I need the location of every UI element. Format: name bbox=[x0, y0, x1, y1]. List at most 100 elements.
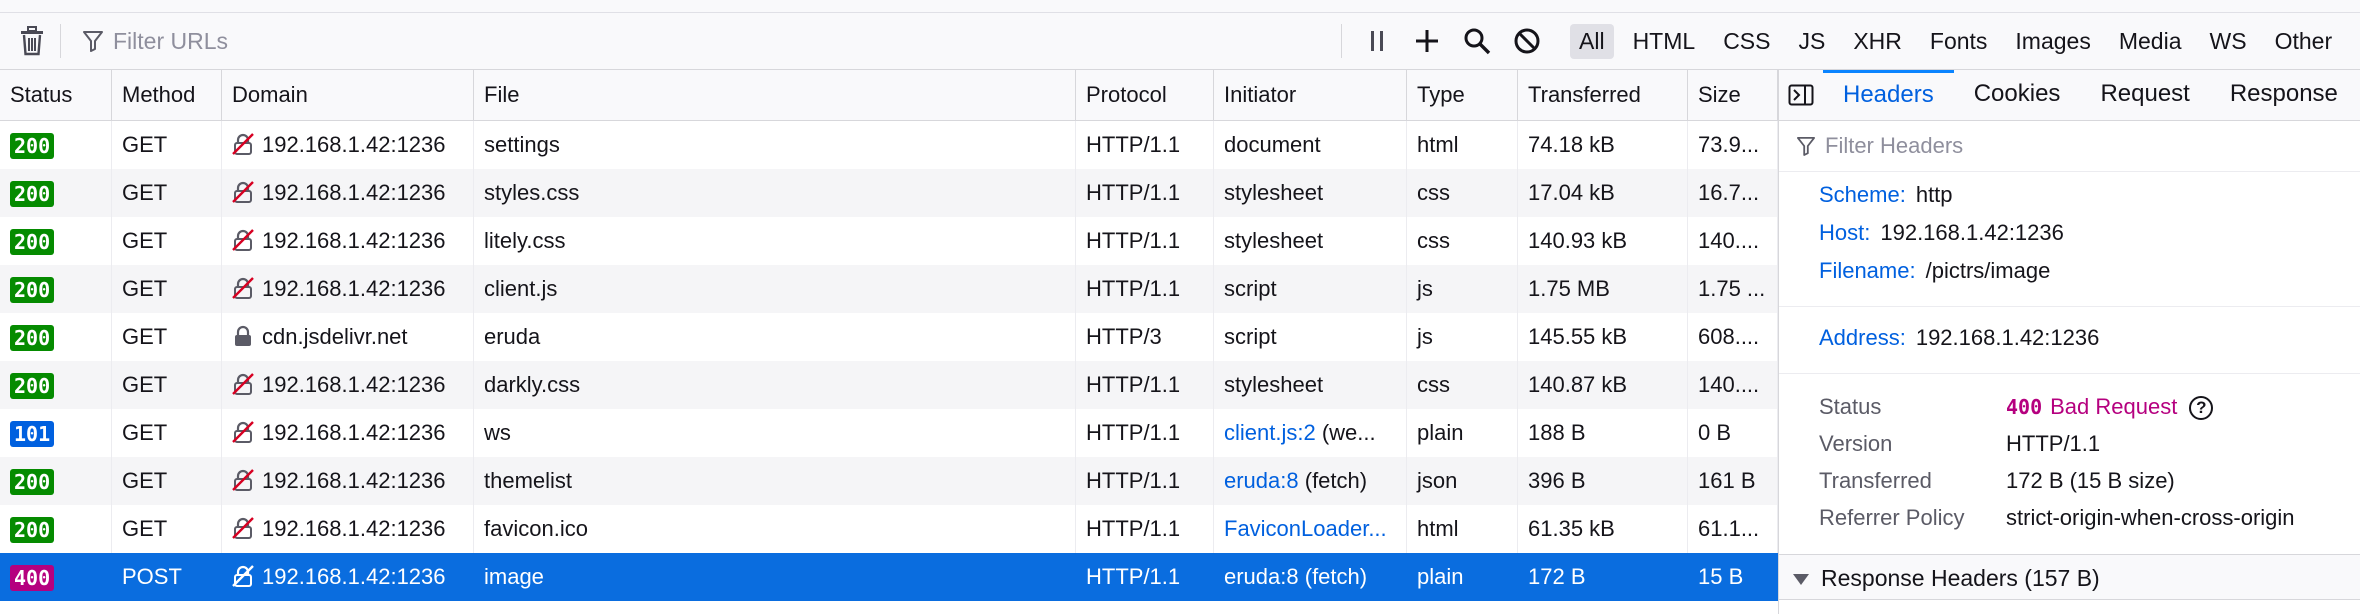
column-header-type[interactable]: Type bbox=[1407, 70, 1518, 120]
pause-button[interactable] bbox=[1356, 20, 1398, 62]
request-row[interactable]: 200 GET 192.168.1.42:1236 favicon.ico HTTP/1… bbox=[0, 505, 1778, 553]
transferred-cell: 172 B bbox=[1518, 553, 1688, 601]
status-cell: 400 bbox=[0, 553, 112, 601]
column-header-size[interactable]: Size bbox=[1688, 70, 1778, 120]
version-row: Version HTTP/1.1 bbox=[1779, 425, 2360, 462]
request-row[interactable]: 200 GET cdn.jsdelivr.net eruda HTTP/3 script j… bbox=[0, 313, 1778, 361]
domain-text: 192.168.1.42:1236 bbox=[262, 228, 446, 253]
column-header-file[interactable]: File bbox=[474, 70, 1076, 120]
type-filter-all[interactable]: All bbox=[1570, 23, 1614, 59]
transferred-row: Transferred 172 B (15 B size) bbox=[1779, 462, 2360, 499]
status-cell: 200 bbox=[0, 313, 112, 361]
scheme-row: Scheme: http bbox=[1779, 176, 2360, 214]
type-filter-xhr[interactable]: XHR bbox=[1844, 24, 1911, 59]
status-code: 400 bbox=[2006, 395, 2043, 419]
block-icon bbox=[1514, 28, 1540, 54]
referrer-policy-value: strict-origin-when-cross-origin bbox=[2006, 505, 2295, 530]
initiator-link[interactable]: FaviconLoader... bbox=[1224, 516, 1387, 541]
domain-text: 192.168.1.42:1236 bbox=[262, 516, 446, 541]
domain-cell: cdn.jsdelivr.net bbox=[222, 313, 474, 361]
protocol-cell: HTTP/3 bbox=[1076, 313, 1214, 361]
column-header-domain[interactable]: Domain bbox=[222, 70, 474, 120]
tab-cookies[interactable]: Cookies bbox=[1954, 70, 2081, 120]
method-cell: GET bbox=[112, 505, 222, 553]
filter-urls-input[interactable] bbox=[111, 26, 1295, 56]
status-badge: 200 bbox=[10, 181, 55, 208]
tab-request[interactable]: Request bbox=[2080, 70, 2209, 120]
request-row[interactable]: 200 GET 192.168.1.42:1236 styles.css HTTP/1.… bbox=[0, 169, 1778, 217]
domain-text: 192.168.1.42:1236 bbox=[262, 564, 446, 589]
referrer-policy-row: Referrer Policy strict-origin-when-cross-… bbox=[1779, 499, 2360, 536]
size-cell: 73.9... bbox=[1688, 121, 1778, 169]
domain-text: 192.168.1.42:1236 bbox=[262, 372, 446, 397]
method-cell: GET bbox=[112, 457, 222, 505]
filename-label: Filename: bbox=[1819, 258, 1916, 283]
insecure-lock-icon bbox=[232, 373, 254, 396]
type-cell: json bbox=[1407, 457, 1518, 505]
type-filter-html[interactable]: HTML bbox=[1624, 24, 1705, 59]
domain-cell: 192.168.1.42:1236 bbox=[222, 169, 474, 217]
request-row[interactable]: 200 GET 192.168.1.42:1236 client.js HTTP/1.1… bbox=[0, 265, 1778, 313]
request-list: Status Method Domain File Protocol Initi… bbox=[0, 70, 1778, 614]
column-header-transferred[interactable]: Transferred bbox=[1518, 70, 1688, 120]
clear-button[interactable] bbox=[14, 23, 50, 59]
request-row[interactable]: 200 GET 192.168.1.42:1236 darkly.css HTTP/1.… bbox=[0, 361, 1778, 409]
new-request-button[interactable] bbox=[1406, 20, 1448, 62]
initiator-cell: client.js:2 (we... bbox=[1214, 409, 1407, 457]
initiator-link[interactable]: client.js:2 bbox=[1224, 420, 1316, 445]
request-row[interactable]: 101 GET 192.168.1.42:1236 ws HTTP/1.1 client.… bbox=[0, 409, 1778, 457]
protocol-cell: HTTP/1.1 bbox=[1076, 217, 1214, 265]
tab-response[interactable]: Response bbox=[2210, 70, 2358, 120]
scheme-label: Scheme: bbox=[1819, 182, 1906, 207]
toggle-sidebar-button[interactable] bbox=[1779, 70, 1823, 120]
insecure-lock-icon bbox=[232, 517, 254, 540]
referrer-policy-label: Referrer Policy bbox=[1819, 505, 1965, 530]
transferred-cell: 396 B bbox=[1518, 457, 1688, 505]
sidebar-toggle-icon bbox=[1788, 84, 1814, 106]
status-badge: 200 bbox=[10, 469, 55, 496]
help-icon[interactable]: ? bbox=[2189, 396, 2214, 421]
type-filter-images[interactable]: Images bbox=[2006, 24, 2099, 59]
type-filter-css[interactable]: CSS bbox=[1714, 24, 1779, 59]
tab-headers[interactable]: Headers bbox=[1823, 70, 1954, 120]
request-row[interactable]: 200 GET 192.168.1.42:1236 settings HTTP/1.1 d… bbox=[0, 121, 1778, 169]
host-row: Host: 192.168.1.42:1236 bbox=[1779, 214, 2360, 252]
type-cell: plain bbox=[1407, 553, 1518, 601]
request-row[interactable]: 200 GET 192.168.1.42:1236 themelist HTTP/1.1… bbox=[0, 457, 1778, 505]
version-label: Version bbox=[1819, 431, 1893, 456]
type-filter-fonts[interactable]: Fonts bbox=[1921, 24, 1997, 59]
type-filter-ws[interactable]: WS bbox=[2201, 24, 2256, 59]
response-headers-toggle[interactable]: Response Headers (157 B) bbox=[1779, 554, 2360, 600]
request-row[interactable]: 200 GET 192.168.1.42:1236 litely.css HTTP/1.… bbox=[0, 217, 1778, 265]
type-filter-js[interactable]: JS bbox=[1789, 24, 1834, 59]
request-table-header: Status Method Domain File Protocol Initi… bbox=[0, 70, 1778, 121]
column-header-method[interactable]: Method bbox=[112, 70, 222, 120]
trash-icon bbox=[21, 26, 43, 56]
column-header-protocol[interactable]: Protocol bbox=[1076, 70, 1214, 120]
file-cell: client.js bbox=[474, 265, 1076, 313]
type-filter-other[interactable]: Other bbox=[2266, 24, 2342, 59]
initiator-link[interactable]: eruda:8 bbox=[1224, 564, 1299, 589]
initiator-text: (fetch) bbox=[1298, 564, 1368, 589]
initiator-link[interactable]: eruda:8 bbox=[1224, 468, 1299, 493]
domain-cell: 192.168.1.42:1236 bbox=[222, 505, 474, 553]
status-cell: 200 bbox=[0, 361, 112, 409]
request-details-panel: Headers Cookies Request Response Scheme:… bbox=[1779, 70, 2360, 614]
block-requests-button[interactable] bbox=[1506, 20, 1548, 62]
filter-headers-input[interactable] bbox=[1823, 132, 2307, 160]
column-header-status[interactable]: Status bbox=[0, 70, 112, 120]
column-header-initiator[interactable]: Initiator bbox=[1214, 70, 1407, 120]
size-cell: 61.1... bbox=[1688, 505, 1778, 553]
method-cell: GET bbox=[112, 121, 222, 169]
file-cell: favicon.ico bbox=[474, 505, 1076, 553]
domain-text: 192.168.1.42:1236 bbox=[262, 180, 446, 205]
insecure-lock-icon bbox=[232, 277, 254, 300]
scheme-value: http bbox=[1915, 182, 1953, 207]
request-row[interactable]: 400 POST 192.168.1.42:1236 image HTTP/1.1 eru… bbox=[0, 553, 1778, 601]
type-filter-media[interactable]: Media bbox=[2110, 24, 2191, 59]
domain-cell: 192.168.1.42:1236 bbox=[222, 457, 474, 505]
search-button[interactable] bbox=[1456, 20, 1498, 62]
type-cell: html bbox=[1407, 505, 1518, 553]
protocol-cell: HTTP/1.1 bbox=[1076, 121, 1214, 169]
protocol-cell: HTTP/1.1 bbox=[1076, 457, 1214, 505]
